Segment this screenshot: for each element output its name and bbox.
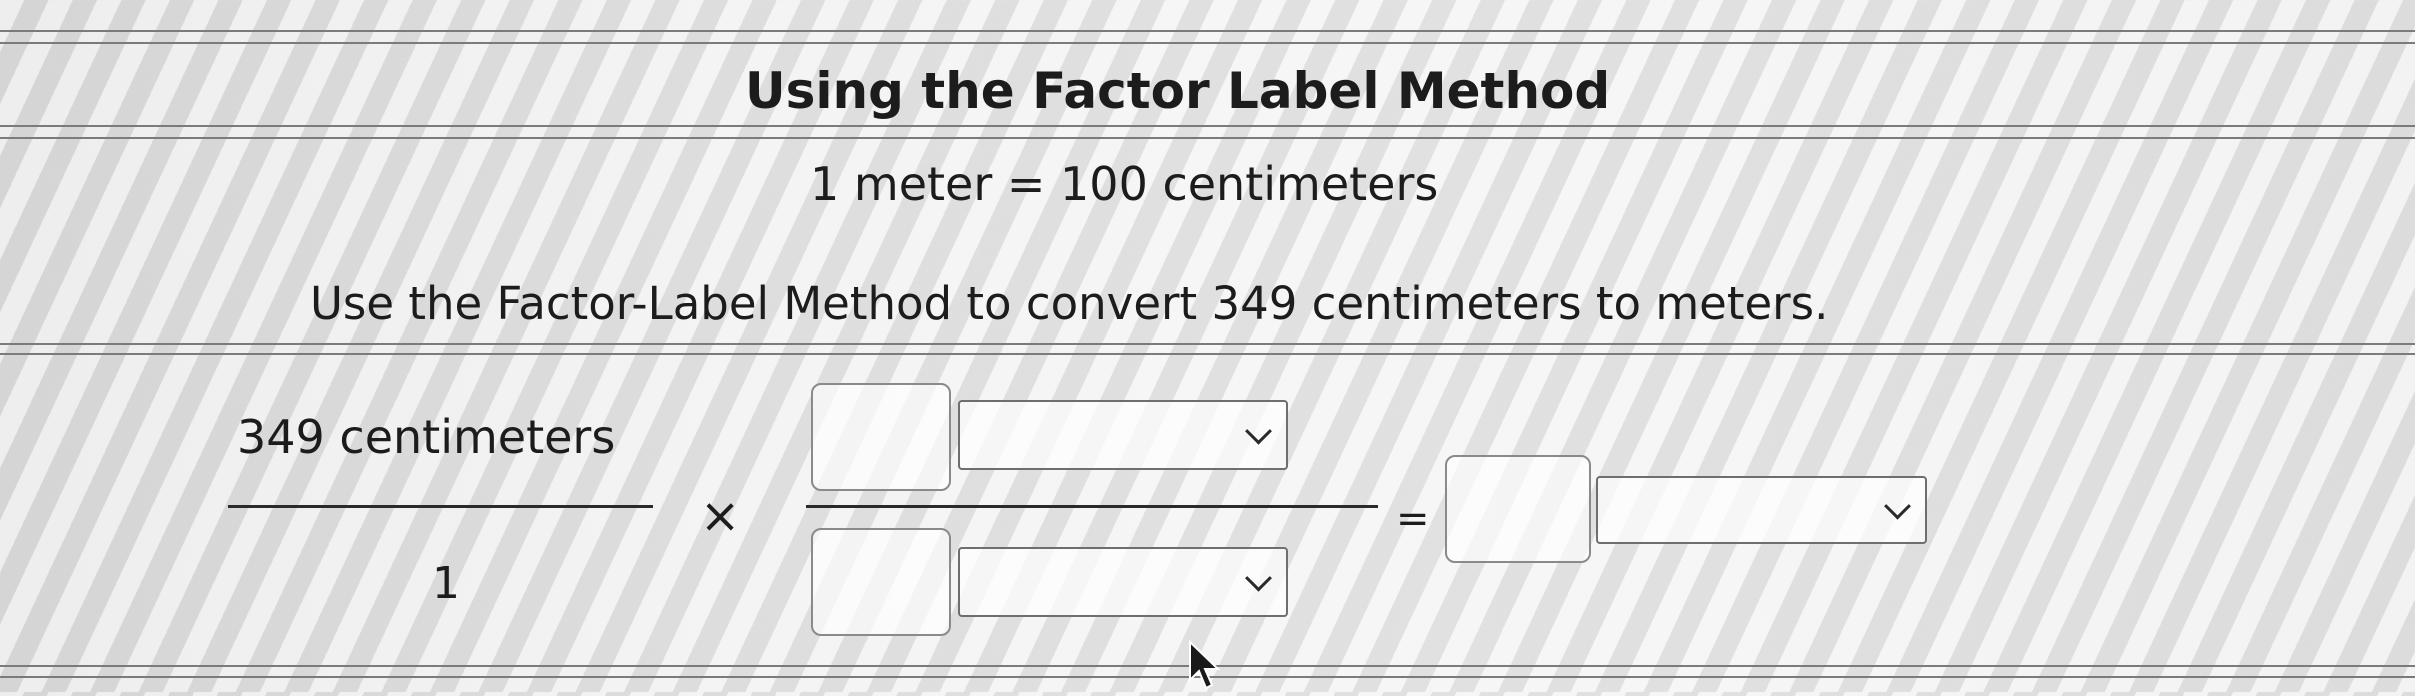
question-text: Use the Factor-Label Method to convert 3… [310, 277, 1829, 330]
equals-sign: = [1396, 496, 1430, 542]
chevron-down-icon [1245, 564, 1272, 592]
factor-numerator-unit-select[interactable] [958, 400, 1288, 470]
chevron-down-icon [1884, 492, 1911, 520]
equivalence-rule [0, 137, 2415, 139]
page-title: Using the Factor Label Method [745, 62, 1611, 120]
given-denominator: 1 [432, 558, 460, 609]
title-rule-bottom [0, 125, 2415, 127]
question-rule [0, 343, 2415, 345]
given-fraction-bar [228, 505, 653, 508]
question-rule-2 [0, 353, 2415, 355]
answer-value-input[interactable] [1445, 455, 1591, 563]
multiply-sign: × [700, 488, 741, 544]
factor-denominator-unit-select[interactable] [958, 547, 1288, 617]
given-numerator: 349 centimeters [237, 410, 616, 464]
factor-denominator-value-input[interactable] [811, 528, 951, 636]
title-rule-top [0, 42, 2415, 44]
answer-unit-select[interactable] [1596, 476, 1927, 544]
chevron-down-icon [1245, 417, 1272, 445]
top-rule [0, 30, 2415, 32]
unit-equivalence: 1 meter = 100 centimeters [810, 157, 1439, 211]
factor-fraction-bar [806, 505, 1378, 508]
factor-numerator-value-input[interactable] [811, 383, 951, 491]
